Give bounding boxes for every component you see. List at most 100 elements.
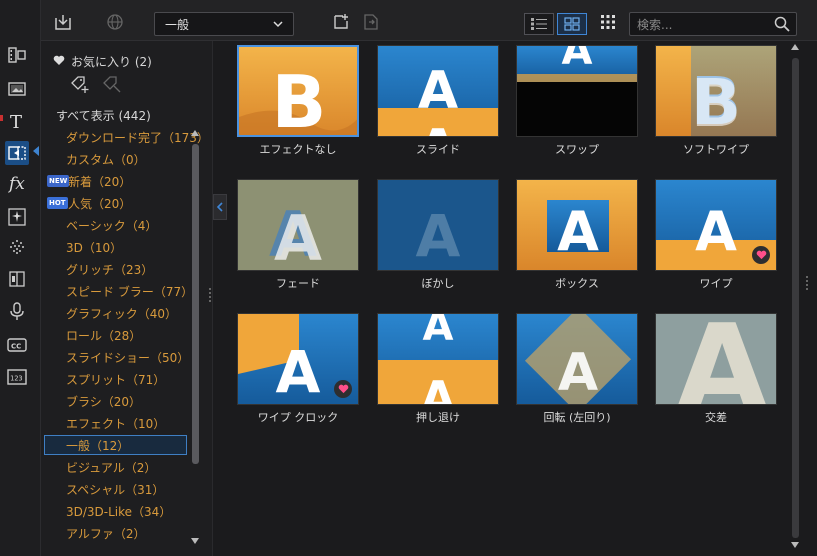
category-item[interactable]: ダウンロード完了（173） xyxy=(44,127,209,147)
library-toolbar: 一般 検索... xyxy=(41,0,817,41)
category-item[interactable]: HOT 人気（20） xyxy=(44,193,187,213)
transition-tile[interactable]: AA スライド xyxy=(377,45,499,157)
add-to-timeline-icon[interactable] xyxy=(331,12,351,32)
transition-thumbnail[interactable]: A xyxy=(655,179,777,271)
color-room-icon[interactable] xyxy=(5,235,29,259)
transition-thumbnail[interactable]: AA xyxy=(377,313,499,405)
category-item[interactable]: ビジュアル（2） xyxy=(44,457,187,477)
grid-scrollbar[interactable] xyxy=(791,44,801,550)
category-label: ブラシ（20） xyxy=(66,394,142,409)
favorite-heart-icon[interactable] xyxy=(334,380,352,398)
transition-room-icon[interactable] xyxy=(5,141,29,165)
transition-tile[interactable]: A A 押し退け xyxy=(377,313,499,425)
transition-tile[interactable]: A 交差 xyxy=(655,313,777,425)
category-filter-dropdown[interactable]: 一般 xyxy=(154,12,294,36)
media-room-icon[interactable] xyxy=(5,43,29,67)
transition-tile[interactable]: A 回転 (左回り) xyxy=(516,313,638,425)
transition-tile[interactable]: A A フェード xyxy=(237,179,359,291)
apply-to-all-icon[interactable] xyxy=(361,12,381,32)
voice-room-icon[interactable] xyxy=(5,299,29,323)
collapse-panel-button[interactable] xyxy=(213,194,227,220)
heart-icon xyxy=(53,55,65,69)
particle-room-icon[interactable] xyxy=(5,205,29,229)
category-label: カスタム（0） xyxy=(66,152,146,167)
transition-tile[interactable]: B B ソフトワイプ xyxy=(655,45,777,157)
svg-text:CC: CC xyxy=(11,343,21,351)
transition-tile[interactable]: A スワップ xyxy=(516,45,638,157)
category-item[interactable]: 一般（12） xyxy=(44,435,187,455)
grid-scroll-up-arrow[interactable] xyxy=(791,44,799,50)
transition-thumbnail[interactable]: AA xyxy=(237,179,359,271)
category-item[interactable]: ベーシック（4） xyxy=(44,215,187,235)
transition-thumbnail[interactable]: AA xyxy=(377,45,499,137)
transition-tile[interactable]: A ワイプ クロック xyxy=(237,313,359,425)
transition-thumbnail[interactable]: A xyxy=(377,179,499,271)
category-item[interactable]: ロール（28） xyxy=(44,325,187,345)
category-item[interactable]: スライドショー（50） xyxy=(44,347,189,367)
category-item[interactable]: 3D（10） xyxy=(44,237,187,257)
transition-thumbnail[interactable]: A xyxy=(516,313,638,405)
transition-thumbnail[interactable]: B xyxy=(237,45,359,137)
import-icon[interactable] xyxy=(53,12,73,32)
scroll-thumb[interactable] xyxy=(192,144,199,464)
svg-text:A: A xyxy=(276,338,321,405)
category-item[interactable]: スピード ブラー（77） xyxy=(44,281,193,301)
category-item[interactable]: 3D/3D-Like（34） xyxy=(44,501,187,521)
favorites-item[interactable]: お気に入り (2) xyxy=(53,53,152,70)
category-item[interactable]: カスタム（0） xyxy=(44,149,187,169)
remove-tag-icon[interactable] xyxy=(101,74,123,97)
category-label: 新着（20） xyxy=(68,174,132,189)
new-badge: NEW xyxy=(47,175,70,187)
favorites-label: お気に入り (2) xyxy=(71,55,152,69)
svg-text:fx: fx xyxy=(7,174,25,193)
svg-text:A: A xyxy=(423,314,454,350)
transition-thumbnail[interactable]: A xyxy=(516,45,638,137)
category-scrollbar[interactable] xyxy=(191,130,201,546)
grid-scroll-down-arrow[interactable] xyxy=(791,542,799,548)
effect-room-icon[interactable]: fx xyxy=(5,171,29,195)
pip-room-icon[interactable] xyxy=(5,77,29,101)
thumbnail-size-icon[interactable] xyxy=(598,12,618,32)
svg-text:A: A xyxy=(695,200,737,263)
category-item[interactable]: グラフィック（40） xyxy=(44,303,187,323)
category-item[interactable]: エフェクト（10） xyxy=(44,413,187,433)
search-input[interactable]: 検索... xyxy=(629,12,797,36)
list-view-button[interactable] xyxy=(524,13,554,35)
room-rail: T fx CC 123 xyxy=(0,0,41,556)
svg-text:T: T xyxy=(10,112,22,131)
subtitle-room-icon[interactable]: CC xyxy=(5,333,29,357)
category-item[interactable]: NEW 新着（20） xyxy=(44,171,187,191)
category-item[interactable]: スプリット（71） xyxy=(44,369,187,389)
transition-thumbnail[interactable]: BB xyxy=(655,45,777,137)
preview-resize-grip[interactable] xyxy=(806,276,808,290)
svg-text:B: B xyxy=(272,60,327,137)
category-label: ロール（28） xyxy=(66,328,142,343)
transition-tile[interactable]: A ぼかし xyxy=(377,179,499,291)
add-tag-icon[interactable] xyxy=(69,74,91,97)
transition-thumbnail[interactable]: A xyxy=(237,313,359,405)
category-item[interactable]: スペシャル（31） xyxy=(44,479,187,499)
favorite-heart-icon[interactable] xyxy=(752,246,770,264)
transition-tile[interactable]: B エフェクトなし xyxy=(237,45,359,157)
transition-thumbnail[interactable]: A xyxy=(516,179,638,271)
scroll-down-arrow[interactable] xyxy=(191,538,199,544)
category-item[interactable]: グリッチ（23） xyxy=(44,259,187,279)
category-item[interactable]: アルファ（2） xyxy=(44,523,187,543)
category-item[interactable]: ブラシ（20） xyxy=(44,391,187,411)
title-room-icon[interactable]: T xyxy=(5,109,29,133)
svg-text:A: A xyxy=(420,371,456,405)
show-all-item[interactable]: すべて表示 (442) xyxy=(56,107,151,124)
counter-room-icon[interactable]: 123 xyxy=(5,365,29,389)
transition-thumbnail[interactable]: A xyxy=(655,313,777,405)
scroll-up-arrow[interactable] xyxy=(191,130,199,136)
download-content-icon[interactable] xyxy=(105,12,125,32)
grid-view-button[interactable] xyxy=(557,13,587,35)
category-label: グラフィック（40） xyxy=(66,306,178,321)
chapter-room-icon[interactable] xyxy=(5,267,29,291)
panel-resize-grip[interactable] xyxy=(209,288,211,302)
transition-label: フェード xyxy=(276,277,320,290)
grid-scroll-thumb[interactable] xyxy=(792,58,799,538)
transition-tile[interactable]: A ボックス xyxy=(516,179,638,291)
transition-tile[interactable]: A ワイプ xyxy=(655,179,777,291)
search-icon[interactable] xyxy=(774,16,790,35)
